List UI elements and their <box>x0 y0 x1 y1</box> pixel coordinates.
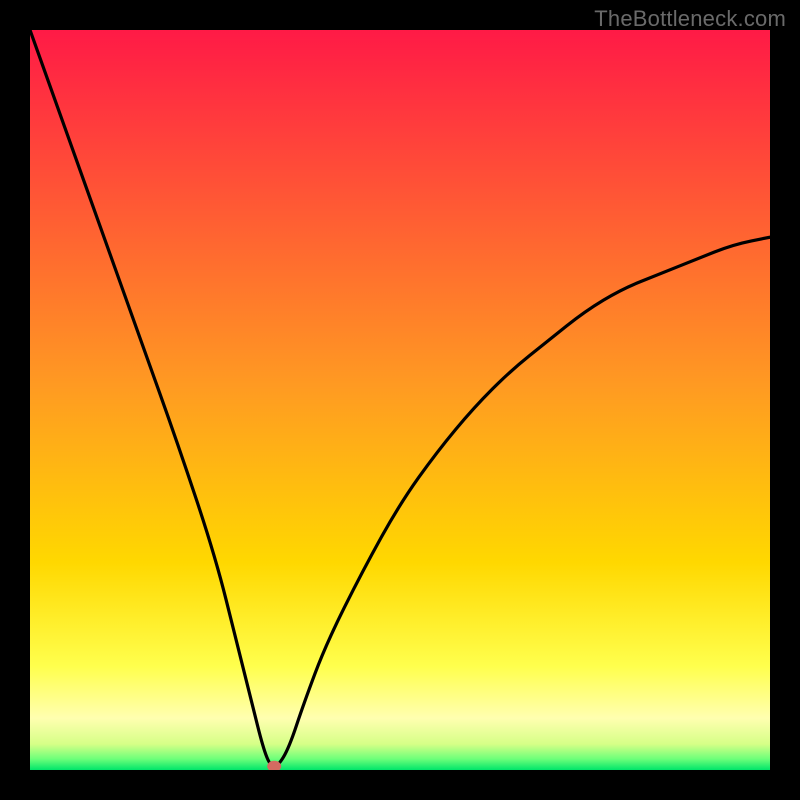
watermark-text: TheBottleneck.com <box>594 6 786 32</box>
gradient-background <box>30 30 770 770</box>
bottleneck-chart <box>30 30 770 770</box>
plot-area <box>30 30 770 770</box>
chart-frame: TheBottleneck.com <box>0 0 800 800</box>
